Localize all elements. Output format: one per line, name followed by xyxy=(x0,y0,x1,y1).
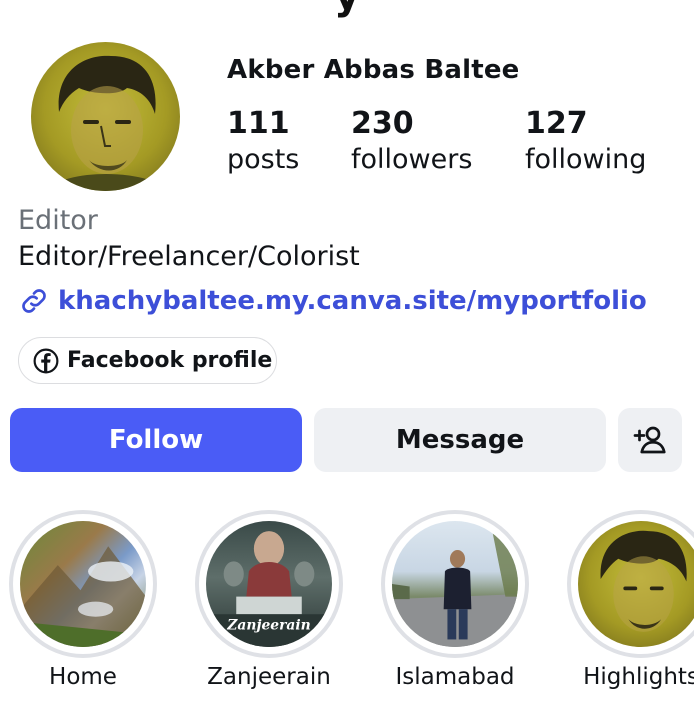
profile-name: Akber Abbas Baltee xyxy=(227,55,520,85)
profile-avatar[interactable] xyxy=(31,42,180,191)
highlight-cover-image xyxy=(578,521,694,647)
highlight-label: Home xyxy=(49,664,117,690)
facebook-profile-label: Facebook profile xyxy=(67,348,273,373)
portrait-image xyxy=(600,530,687,632)
suggest-users-button[interactable] xyxy=(618,408,682,472)
poster-image: Zanjeerain xyxy=(206,531,332,647)
highlight-ring xyxy=(9,510,157,658)
highlight-cover-image xyxy=(392,521,518,647)
posts-label: posts xyxy=(227,144,300,175)
posts-stat[interactable]: 111 posts xyxy=(227,106,299,178)
highlight-islamabad[interactable]: Islamabad xyxy=(381,510,529,690)
followers-stat[interactable]: 230 followers xyxy=(351,106,472,178)
highlight-label: Zanjeerain xyxy=(207,664,331,690)
posts-count: 111 xyxy=(227,106,290,141)
following-count: 127 xyxy=(525,106,588,141)
highlight-home[interactable]: Home xyxy=(9,510,157,690)
highlight-cover-image: Zanjeerain xyxy=(206,521,332,647)
profile-category: Editor xyxy=(18,205,98,236)
facebook-profile-button[interactable]: Facebook profile xyxy=(18,337,277,384)
followers-label: followers xyxy=(351,144,473,175)
highlight-highlights[interactable]: Highlights xyxy=(567,510,694,690)
profile-bio: Editor/Freelancer/Colorist xyxy=(18,241,360,272)
highlight-ring xyxy=(381,510,529,658)
add-person-icon xyxy=(633,426,666,454)
highlight-cover-image xyxy=(20,521,146,647)
mountain-landscape-image xyxy=(20,546,146,647)
profile-link[interactable]: khachybaltee.my.canva.site/myportfolio xyxy=(18,285,647,317)
followers-count: 230 xyxy=(351,106,414,141)
highlight-label: Highlights xyxy=(583,664,694,690)
highlight-label: Islamabad xyxy=(395,664,515,690)
avatar-face-illustration xyxy=(45,55,168,191)
following-stat[interactable]: 127 following xyxy=(525,106,646,178)
follow-button[interactable]: Follow xyxy=(10,408,302,472)
highlight-ring xyxy=(567,510,694,658)
poster-title-text: Zanjeerain xyxy=(226,617,310,633)
street-portrait-image xyxy=(392,521,518,647)
following-label: following xyxy=(525,144,647,175)
message-button[interactable]: Message xyxy=(314,408,606,472)
highlight-ring: Zanjeerain xyxy=(195,510,343,658)
profile-link-text[interactable]: khachybaltee.my.canva.site/myportfolio xyxy=(58,286,647,316)
link-icon xyxy=(22,289,46,313)
page-title-fragment: y xyxy=(0,0,694,19)
profile-page: y Akber Abbas Baltee 111 posts 230 follo… xyxy=(0,0,694,725)
highlight-zanjeerain[interactable]: Zanjeerain Zanjeerain xyxy=(195,510,343,690)
facebook-icon xyxy=(33,348,59,373)
